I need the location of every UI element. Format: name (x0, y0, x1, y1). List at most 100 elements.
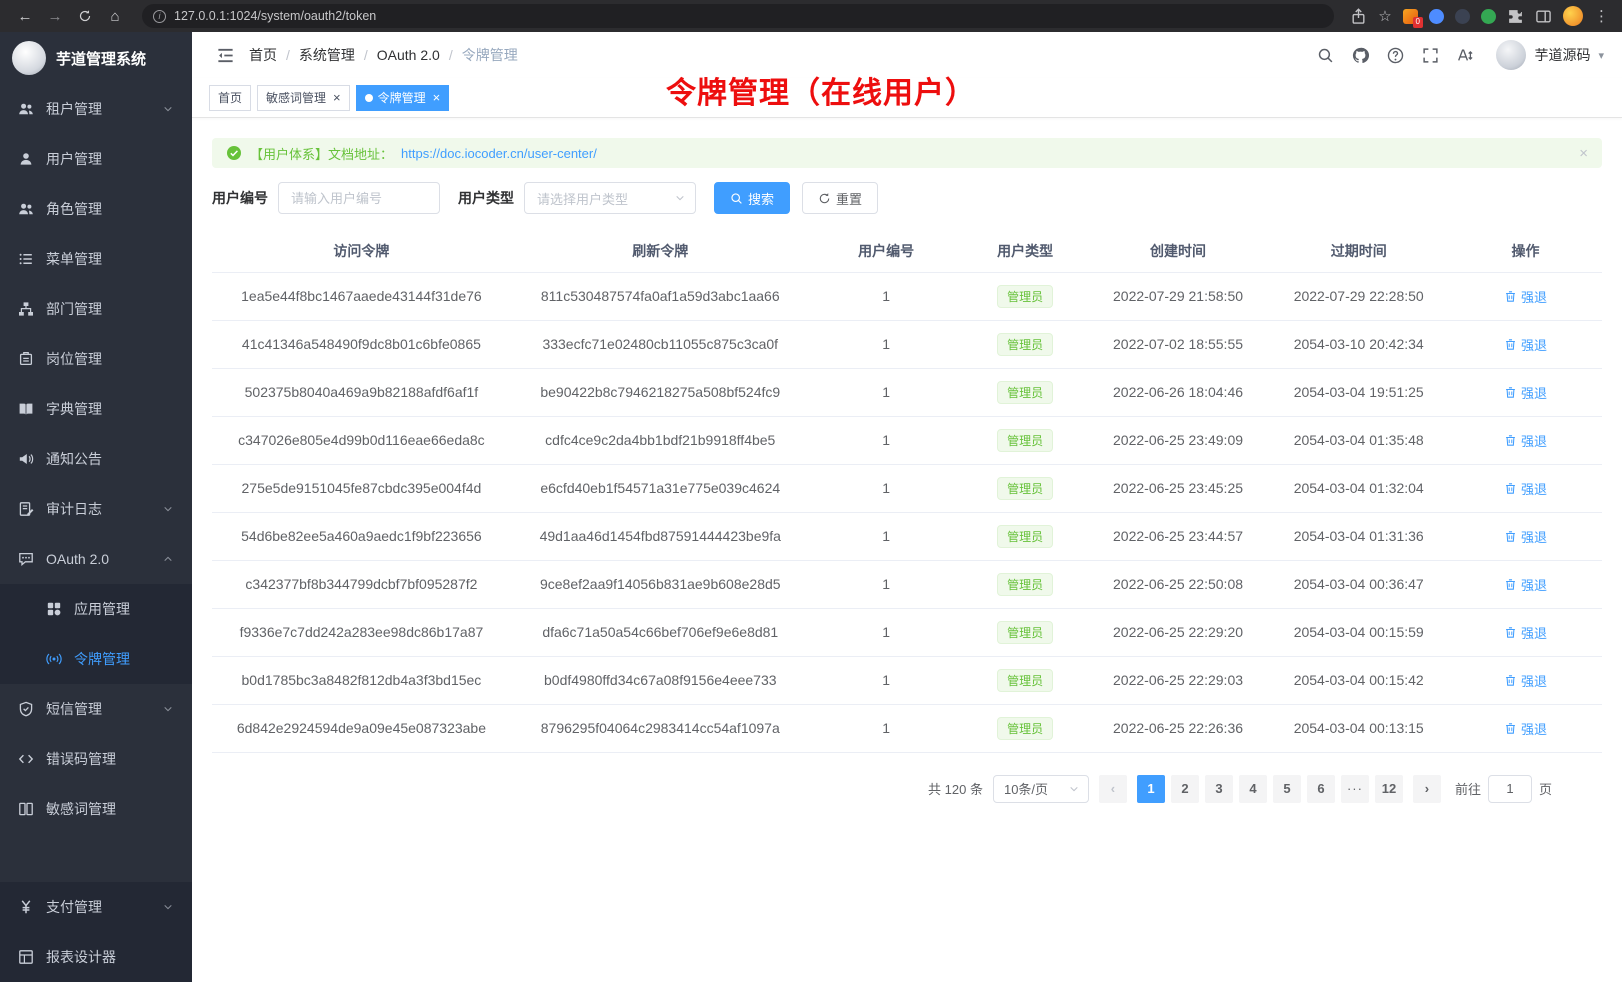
page-unit-label: 页 (1539, 779, 1552, 798)
goto-page-input[interactable] (1488, 775, 1532, 803)
sidebar-item-menu[interactable]: 菜单管理 (0, 234, 192, 284)
trash-icon (1504, 338, 1517, 351)
reload-icon[interactable] (70, 4, 100, 28)
sidebar-item-sensitive-word[interactable]: 敏感词管理 (0, 784, 192, 834)
sidebar-item-oauth2-token[interactable]: 令牌管理 (0, 634, 192, 684)
pagination-total: 共 120 条 (928, 779, 983, 798)
log-icon (18, 501, 34, 517)
users-icon (18, 201, 34, 217)
trash-icon (1504, 434, 1517, 447)
pagination-page[interactable]: 3 (1205, 775, 1233, 803)
cell-user-type: 管理员 (963, 560, 1088, 608)
pagination-prev[interactable]: ‹ (1099, 775, 1127, 803)
pagination-next[interactable]: › (1413, 775, 1441, 803)
sidebar-item-error-code[interactable]: 错误码管理 (0, 734, 192, 784)
tag-close-icon[interactable]: × (433, 91, 441, 104)
sidebar-item-label: 审计日志 (46, 499, 150, 519)
force-logout-button[interactable]: 强退 (1504, 575, 1547, 594)
page-size-select[interactable]: 10条/页 (993, 775, 1089, 803)
user-id-input[interactable] (278, 182, 440, 214)
cell-expires: 2054-03-04 01:35:48 (1268, 416, 1449, 464)
sidebar-item-audit-log[interactable]: 审计日志 (0, 484, 192, 534)
user-type-select[interactable]: 请选择用户类型 (524, 182, 696, 214)
pagination-page[interactable]: 6 (1307, 775, 1335, 803)
search-button[interactable]: 搜索 (714, 182, 790, 214)
github-icon[interactable] (1352, 47, 1369, 64)
app-icon (46, 601, 62, 617)
sidebar-item-tenant[interactable]: 租户管理 (0, 84, 192, 134)
extension-icon-green[interactable] (1481, 9, 1496, 24)
url-text: 127.0.0.1:1024/system/oauth2/token (174, 9, 376, 23)
home-icon[interactable]: ⌂ (100, 4, 130, 28)
cell-action: 强退 (1449, 704, 1602, 752)
sidebar-item-dict[interactable]: 字典管理 (0, 384, 192, 434)
cell-refresh-token: be90422b8c7946218275a508bf524fc9 (511, 368, 810, 416)
force-logout-button[interactable]: 强退 (1504, 431, 1547, 450)
sidebar-item-user[interactable]: 用户管理 (0, 134, 192, 184)
cell-user-type: 管理员 (963, 512, 1088, 560)
force-logout-button[interactable]: 强退 (1504, 479, 1547, 498)
trash-icon (1504, 578, 1517, 591)
address-bar[interactable]: i 127.0.0.1:1024/system/oauth2/token (142, 4, 1334, 28)
tag-close-icon[interactable]: × (333, 91, 341, 104)
user-menu[interactable]: 芋道源码 ▾ (1496, 40, 1604, 70)
sidebar-item-pay[interactable]: 支付管理 (0, 882, 192, 932)
sidebar-item-notice[interactable]: 通知公告 (0, 434, 192, 484)
extension-icon-orange[interactable]: 0 (1403, 9, 1418, 24)
force-logout-button[interactable]: 强退 (1504, 671, 1547, 690)
pagination-page[interactable]: 5 (1273, 775, 1301, 803)
search-icon[interactable] (1317, 47, 1334, 64)
browser-profile-avatar[interactable] (1563, 6, 1583, 26)
breadcrumb-system[interactable]: 系统管理 (299, 45, 355, 65)
tag-home[interactable]: 首页 (209, 85, 251, 111)
cell-access-token: 6d842e2924594de9a09e45e087323abe (212, 704, 511, 752)
force-logout-button[interactable]: 强退 (1504, 383, 1547, 402)
pagination-page[interactable]: 12 (1375, 775, 1403, 803)
sidebar-item-dept[interactable]: 部门管理 (0, 284, 192, 334)
reset-button[interactable]: 重置 (802, 182, 878, 214)
sidebar-item-sms[interactable]: 短信管理 (0, 684, 192, 734)
tag-sensitive-word[interactable]: 敏感词管理 × (257, 85, 350, 111)
force-logout-button[interactable]: 强退 (1504, 623, 1547, 642)
alert-close-icon[interactable]: × (1579, 145, 1588, 162)
sidebar-item-role[interactable]: 角色管理 (0, 184, 192, 234)
table-row: c342377bf8b344799dcbf7bf095287f2 9ce8ef2… (212, 560, 1602, 608)
pagination-page[interactable]: 2 (1171, 775, 1199, 803)
pagination-more[interactable]: ··· (1341, 775, 1369, 803)
pagination-page[interactable]: 4 (1239, 775, 1267, 803)
extensions-puzzle-icon[interactable] (1507, 8, 1524, 25)
force-logout-button[interactable]: 强退 (1504, 719, 1547, 738)
pagination-page[interactable]: 1 (1137, 775, 1165, 803)
search-form: 用户编号 用户类型 请选择用户类型 搜索 重置 (212, 182, 1602, 214)
force-logout-button[interactable]: 强退 (1504, 287, 1547, 306)
extension-icon-dark[interactable] (1455, 9, 1470, 24)
extension-icon-blue[interactable] (1429, 9, 1444, 24)
share-icon[interactable] (1350, 8, 1367, 25)
doc-help-icon[interactable] (1387, 47, 1404, 64)
users-icon (18, 101, 34, 117)
forward-icon[interactable]: → (40, 4, 70, 28)
tag-oauth2-token[interactable]: 令牌管理 × (356, 85, 450, 111)
breadcrumb-home[interactable]: 首页 (249, 45, 277, 65)
breadcrumb-oauth2[interactable]: OAuth 2.0 (377, 47, 440, 63)
force-logout-button[interactable]: 强退 (1504, 527, 1547, 546)
browser-menu-icon[interactable]: ⋮ (1594, 7, 1608, 25)
sidebar-item-oauth2-app[interactable]: 应用管理 (0, 584, 192, 634)
cell-access-token: c342377bf8b344799dcbf7bf095287f2 (212, 560, 511, 608)
site-info-icon[interactable]: i (153, 10, 166, 23)
sidebar-menu: 租户管理 用户管理 角色管理 菜单管理 部门管理 岗位管理 字典管理 通知公告 (0, 84, 192, 882)
sidebar-item-oauth2[interactable]: OAuth 2.0 (0, 534, 192, 584)
trash-icon (1504, 386, 1517, 399)
menu-fold-icon[interactable] (216, 46, 235, 65)
bookmark-star-icon[interactable]: ☆ (1378, 7, 1392, 25)
sidebar-item-report-designer[interactable]: 报表设计器 (0, 932, 192, 982)
fullscreen-icon[interactable] (1422, 47, 1439, 64)
doc-link[interactable]: https://doc.iocoder.cn/user-center/ (401, 146, 597, 161)
force-logout-button[interactable]: 强退 (1504, 335, 1547, 354)
code-icon (18, 751, 34, 767)
sidebar-item-post[interactable]: 岗位管理 (0, 334, 192, 384)
back-icon[interactable]: ← (10, 4, 40, 28)
split-view-icon[interactable] (1535, 8, 1552, 25)
cell-expires: 2054-03-10 20:42:34 (1268, 320, 1449, 368)
font-size-icon[interactable] (1457, 47, 1474, 64)
